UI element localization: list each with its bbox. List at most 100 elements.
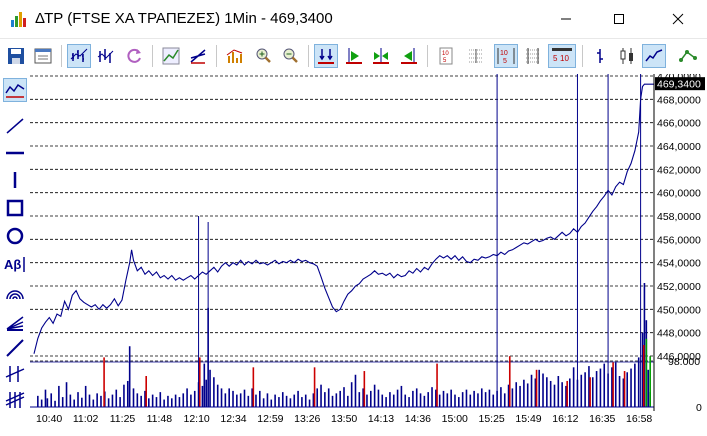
cross-tool[interactable] <box>3 362 27 386</box>
time-tick-label: 16:35 <box>589 413 615 425</box>
arc-tool[interactable] <box>3 281 27 305</box>
close-icon <box>672 13 684 25</box>
line-style-button[interactable] <box>159 44 183 68</box>
price-tick-label: 458,0000 <box>657 211 701 223</box>
scale-5-10-button[interactable]: 5 10 <box>548 44 576 68</box>
time-tick-label: 14:13 <box>368 413 394 425</box>
bars-grid-button[interactable] <box>521 44 545 68</box>
ellipse-tool[interactable] <box>3 224 27 248</box>
properties-button[interactable] <box>31 44 55 68</box>
toolbar-separator <box>427 45 428 67</box>
svg-text:10: 10 <box>560 54 569 63</box>
scroll-to-start-button[interactable] <box>314 44 338 68</box>
time-tick-label: 15:25 <box>479 413 505 425</box>
svg-text:10: 10 <box>500 50 508 57</box>
chart-area[interactable]: 470,0000468,0000466,0000464,0000462,0000… <box>30 71 707 431</box>
svg-text:5: 5 <box>503 58 507 65</box>
scale-10-5-button[interactable]: 10 5 <box>494 44 518 68</box>
bar-chart-button[interactable] <box>67 44 91 68</box>
indicators-icon <box>226 49 243 63</box>
time-tick-label: 12:10 <box>184 413 210 425</box>
maximize-button[interactable] <box>596 0 642 38</box>
candle-chart-icon <box>97 49 114 63</box>
trend-button[interactable] <box>676 44 700 68</box>
candles-button[interactable] <box>615 44 639 68</box>
vertical-line-tool[interactable] <box>3 168 27 192</box>
indicators-button[interactable] <box>223 44 247 68</box>
app-chart-icon <box>11 12 26 27</box>
line-style-icon <box>162 47 180 65</box>
text-tool[interactable]: Aβ <box>3 252 27 276</box>
price-tick-label: 448,0000 <box>657 328 701 340</box>
price-tick-label: 462,0000 <box>657 164 701 176</box>
time-tick-label: 15:00 <box>442 413 468 425</box>
play-forward-icon <box>346 48 362 64</box>
line-tool-icon <box>6 339 24 357</box>
price-tick-label: 468,0000 <box>657 94 701 106</box>
price-tick-label: 456,0000 <box>657 234 701 246</box>
bars-button[interactable] <box>588 44 612 68</box>
grid-icon <box>469 49 483 63</box>
svg-text:Aβ: Aβ <box>4 257 21 272</box>
scroll-both-button[interactable] <box>369 44 393 68</box>
scroll-back-button[interactable] <box>397 44 421 68</box>
grid-button[interactable] <box>464 44 488 68</box>
line-tool[interactable] <box>3 336 27 360</box>
bars-icon <box>597 49 603 63</box>
zoom-in-button[interactable] <box>251 44 275 68</box>
properties-icon <box>34 48 52 64</box>
trendline-tool[interactable] <box>3 114 27 138</box>
save-button[interactable] <box>4 44 28 68</box>
price-chart[interactable]: 470,0000468,0000466,0000464,0000462,0000… <box>30 71 707 431</box>
time-tick-label: 12:34 <box>220 413 246 425</box>
price-tick-label: 452,0000 <box>657 281 701 293</box>
time-tick-label: 10:40 <box>36 413 62 425</box>
zoom-out-icon <box>283 48 298 63</box>
minimize-icon <box>561 18 571 20</box>
toolbar-separator <box>308 45 309 67</box>
volume-tick-label: 98.000 <box>668 356 700 368</box>
time-tick-label: 11:02 <box>73 413 99 425</box>
current-price-label: 469,3400 <box>657 79 701 91</box>
horizontal-line-tool[interactable] <box>3 141 27 165</box>
time-tick-label: 14:36 <box>405 413 431 425</box>
compare-button[interactable] <box>186 44 210 68</box>
time-tick-label: 11:48 <box>147 413 173 425</box>
save-icon <box>8 48 24 64</box>
scroll-both-icon <box>373 48 389 64</box>
scale-10-5-icon: 105 <box>497 48 515 65</box>
fibonacci-icon <box>5 392 25 408</box>
time-tick-label: 11:25 <box>110 413 136 425</box>
trend-icon <box>679 50 697 62</box>
zoom-in-icon <box>256 48 271 63</box>
line-icon <box>645 49 663 62</box>
toolbar-separator <box>152 45 153 67</box>
candle-chart-button[interactable] <box>94 44 118 68</box>
zoom-out-button[interactable] <box>278 44 302 68</box>
price-scale-button[interactable]: 10 5 <box>434 44 458 68</box>
rectangle-tool[interactable] <box>3 196 27 220</box>
time-tick-label: 13:50 <box>331 413 357 425</box>
play-forward-button[interactable] <box>342 44 366 68</box>
fan-tool[interactable] <box>3 310 27 334</box>
minimize-button[interactable] <box>543 0 589 38</box>
price-scale-icon: 105 <box>439 47 453 65</box>
time-tick-label: 13:26 <box>294 413 320 425</box>
toolbar-separator <box>61 45 62 67</box>
price-tick-label: 454,0000 <box>657 258 701 270</box>
close-button[interactable] <box>655 0 701 38</box>
refresh-button[interactable] <box>122 44 146 68</box>
maximize-icon <box>614 14 624 24</box>
toolbar-separator <box>216 45 217 67</box>
line-button[interactable] <box>642 44 666 68</box>
svg-text:10: 10 <box>442 51 449 57</box>
cross-icon <box>5 366 25 382</box>
indicator-tool[interactable] <box>3 78 27 102</box>
fibonacci-tool[interactable] <box>3 388 27 412</box>
time-tick-label: 16:58 <box>626 413 652 425</box>
price-tick-label: 450,0000 <box>657 304 701 316</box>
bar-chart-icon <box>70 48 88 62</box>
text-tool-icon: Aβ <box>4 257 25 272</box>
time-tick-label: 12:59 <box>257 413 283 425</box>
arc-icon <box>6 290 24 300</box>
